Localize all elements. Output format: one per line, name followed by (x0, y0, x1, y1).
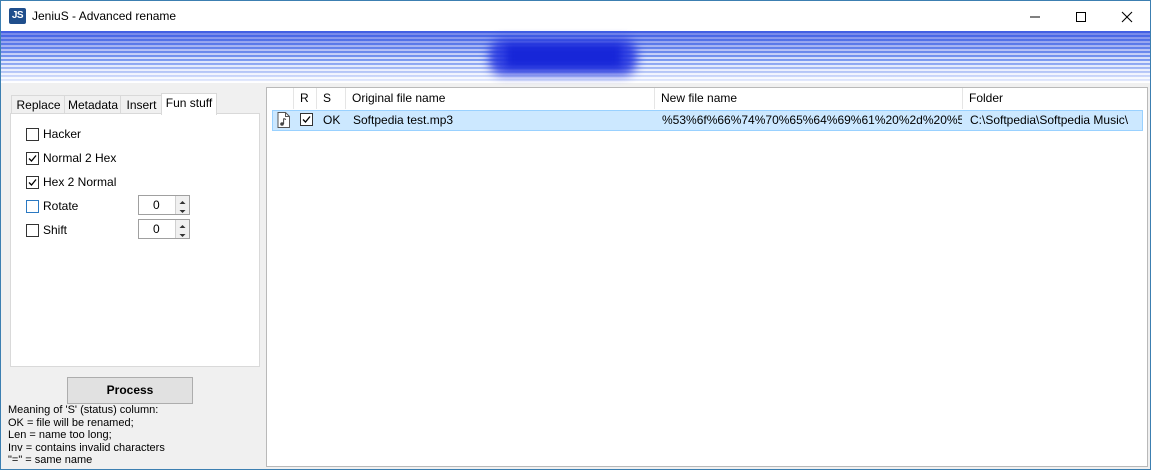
folder-cell: C:\Softpedia\Softpedia Music\ (970, 113, 1129, 127)
arrow-down-icon (179, 210, 186, 213)
title-bar[interactable]: JS JeniuS - Advanced rename (1, 1, 1150, 31)
process-button[interactable]: Process (67, 377, 193, 404)
original-name-cell: Softpedia test.mp3 (353, 113, 454, 127)
shift-down-button[interactable] (176, 229, 189, 238)
column-header-icon[interactable] (267, 88, 294, 109)
rotate-down-button[interactable] (176, 205, 189, 214)
column-header-status[interactable]: S (317, 88, 346, 109)
music-file-icon (277, 112, 290, 131)
shift-checkbox[interactable] (26, 224, 39, 237)
hacker-label: Hacker (43, 127, 82, 141)
column-header-rename[interactable]: R (294, 88, 317, 109)
file-list[interactable]: R S Original file name New file name Fol… (266, 87, 1148, 467)
table-row[interactable]: OK Softpedia test.mp3 %53%6f%66%74%70%65… (272, 110, 1143, 131)
check-icon (302, 116, 311, 123)
legend-line: Len = name too long; (8, 429, 112, 441)
hacker-checkbox[interactable] (26, 128, 39, 141)
app-logo-icon: JS (9, 8, 26, 24)
banner-logo-core (506, 45, 621, 67)
rotate-value[interactable]: 0 (153, 198, 160, 212)
rename-checkbox[interactable] (300, 113, 313, 126)
legend-line: Inv = contains invalid characters (8, 441, 165, 454)
normal2hex-checkbox[interactable] (26, 152, 39, 165)
legend-line: "=" = same name (8, 454, 93, 466)
tab-metadata[interactable]: Metadata (64, 95, 122, 114)
rotate-checkbox[interactable] (26, 200, 39, 213)
legend-line: Meaning of 'S' (status) column: (8, 404, 159, 416)
arrow-down-icon (179, 234, 186, 237)
shift-spinner[interactable]: 0 (138, 219, 190, 239)
column-header-folder[interactable]: Folder (963, 88, 1145, 109)
tab-insert[interactable]: Insert (120, 95, 163, 114)
close-icon (1121, 11, 1133, 23)
maximize-button[interactable] (1058, 1, 1104, 31)
shift-value[interactable]: 0 (153, 222, 160, 236)
minimize-button[interactable] (1012, 1, 1058, 31)
legend-line: OK = file will be renamed; (8, 416, 134, 429)
tab-fun-stuff[interactable]: Fun stuff (161, 93, 217, 115)
column-header-original[interactable]: Original file name (346, 88, 655, 109)
column-header-new-name[interactable]: New file name (655, 88, 963, 109)
rotate-spinner[interactable]: 0 (138, 195, 190, 215)
maximize-icon (1076, 12, 1086, 22)
status-legend: Meaning of 'S' (status) column: OK = fil… (8, 404, 165, 467)
normal2hex-label: Normal 2 Hex (43, 151, 117, 165)
hex2normal-label: Hex 2 Normal (43, 175, 117, 189)
shift-label: Shift (43, 223, 68, 237)
close-button[interactable] (1104, 1, 1150, 31)
fun-stuff-panel: Hacker Normal 2 Hex Hex 2 Normal Rotate … (10, 113, 260, 367)
check-icon (28, 155, 37, 162)
status-cell: OK (323, 113, 341, 127)
new-name-cell: %53%6f%66%74%70%65%64%69%61%20%2d%20%5..… (662, 113, 962, 127)
window-title: JeniuS - Advanced rename (32, 9, 177, 23)
tab-replace[interactable]: Replace (11, 95, 66, 114)
hex2normal-checkbox[interactable] (26, 176, 39, 189)
minimize-icon (1030, 16, 1040, 18)
header-banner (1, 31, 1150, 83)
app-window: JS JeniuS - Advanced rename Replace Meta… (0, 0, 1151, 470)
rotate-label: Rotate (43, 199, 79, 213)
check-icon (28, 179, 37, 186)
